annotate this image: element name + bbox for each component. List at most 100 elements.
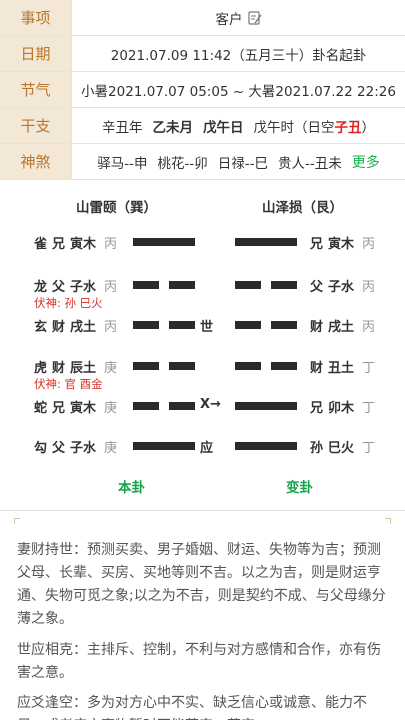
stem: 丙 (362, 237, 376, 252)
yang-line (235, 238, 297, 246)
stem: 丁 (362, 441, 376, 456)
value-date: 2021.07.09 11:42（五月三十）卦名起卦 (110, 47, 367, 64)
six-relative: 兄 (52, 237, 66, 252)
branch-element: 丑土 (328, 361, 355, 376)
stem: 庚 (104, 401, 118, 416)
yin-line (169, 362, 195, 370)
interpretation-panel: 妻财持世：预测买卖、男子婚姻、财运、失物等为吉；预测父母、长辈、买房、买地等则不… (0, 510, 405, 720)
stem: 丙 (104, 280, 118, 295)
corner-decoration (14, 518, 20, 524)
stem: 丙 (104, 237, 118, 252)
six-relative: 兄 (310, 237, 324, 252)
row-ganzhi: 干支 辛丑年 乙未月 戊午日 戊午时（日空 子丑） (0, 108, 405, 144)
yin-line (169, 281, 195, 289)
left-hexagram-name: 山雷颐（巽） (76, 200, 157, 216)
yin-line (235, 281, 261, 289)
six-relative: 财 (310, 361, 324, 376)
stem: 丁 (362, 361, 376, 376)
yang-line (235, 402, 297, 410)
value-solar-term: 小暑2021.07.07 05:05 ~ 大暑2021.07.22 22:26 (81, 83, 396, 100)
shensha-4: 贵人--丑未 (278, 155, 342, 172)
stem: 丙 (104, 320, 118, 335)
yin-line (271, 321, 297, 329)
yin-line (235, 321, 261, 329)
stem: 庚 (104, 441, 118, 456)
six-relative: 兄 (310, 401, 324, 416)
yao-line-5: 龙父子水丙父子水丙伏神: 孙 巳火 (0, 275, 405, 310)
hidden-spirit: 伏神: 官 酉金 (34, 377, 103, 391)
yin-line (133, 321, 159, 329)
value-matter[interactable]: 客户 (72, 0, 405, 35)
branch-element: 子水 (70, 280, 97, 295)
stem: 丙 (362, 320, 376, 335)
yang-line (235, 442, 297, 450)
hidden-spirit: 伏神: 孙 巳火 (34, 296, 103, 310)
info-table: 事项 客户 日期 2021.07.09 11:42（五月三十）卦名起卦 节气 小… (0, 0, 405, 180)
yao-line-4: 玄财戌土丙世财戌土丙 (0, 315, 405, 335)
stem: 庚 (104, 361, 118, 376)
branch-element: 卯木 (328, 401, 355, 416)
yin-line (133, 362, 159, 370)
six-beast: 虎 (34, 361, 48, 376)
ganzhi-day: 戊午日 (203, 119, 244, 136)
line-marker: 应 (200, 441, 214, 456)
six-relative: 财 (52, 320, 66, 335)
six-relative: 孙 (310, 441, 324, 456)
original-hexagram-label: 本卦 (118, 480, 145, 496)
six-beast: 蛇 (34, 401, 48, 416)
yin-line (235, 362, 261, 370)
corner-decoration (385, 518, 391, 524)
branch-element: 戌土 (70, 320, 97, 335)
six-relative: 财 (52, 361, 66, 376)
yao-line-1: 勾父子水庚 应 孙巳火丁 (0, 436, 405, 456)
more-link[interactable]: 更多 (352, 152, 380, 172)
label-solar-term: 节气 (0, 72, 72, 107)
ganzhi-void: 子丑 (334, 119, 362, 136)
edit-icon[interactable] (247, 10, 262, 25)
yang-line (133, 442, 195, 450)
branch-element: 辰土 (70, 361, 97, 376)
label-matter: 事项 (0, 0, 72, 35)
interpretation-2: 世应相克：主排斥、控制，不利与对方感情和合作，亦有伤害之意。 (17, 642, 381, 681)
label-ganzhi: 干支 (0, 108, 72, 143)
shensha-1: 驿马--申 (97, 155, 148, 172)
six-relative: 兄 (52, 401, 66, 416)
changed-hexagram-label: 变卦 (286, 480, 313, 496)
yin-line (169, 402, 195, 410)
row-solar-term: 节气 小暑2021.07.07 05:05 ~ 大暑2021.07.22 22:… (0, 72, 405, 108)
six-relative: 父 (52, 280, 66, 295)
six-beast: 玄 (34, 320, 48, 335)
ganzhi-year: 辛丑年 (102, 119, 143, 136)
ganzhi-close: ） (361, 119, 376, 136)
right-hexagram-name: 山泽损（艮） (262, 200, 343, 216)
six-beast: 龙 (34, 280, 48, 295)
branch-element: 寅木 (70, 237, 97, 252)
interpretation-3: 应爻逢空：多为对方心中不实、缺乏信心或诚意、能力不足，或者应之事物暂时不能落实、… (17, 695, 367, 720)
row-date: 日期 2021.07.09 11:42（五月三十）卦名起卦 (0, 36, 405, 72)
branch-element: 子水 (328, 280, 355, 295)
row-matter: 事项 客户 (0, 0, 405, 36)
yang-line (133, 238, 195, 246)
stem: 丙 (362, 280, 376, 295)
ganzhi-hour: 戊午时（日空 (253, 119, 335, 136)
shensha-2: 桃花--卯 (157, 155, 208, 172)
yin-line (271, 281, 297, 289)
line-marker: X→ (200, 397, 221, 412)
six-beast: 雀 (34, 237, 48, 252)
line-marker: 世 (200, 320, 214, 335)
branch-element: 巳火 (328, 441, 355, 456)
yin-line (169, 321, 195, 329)
six-relative: 父 (52, 441, 66, 456)
shensha-3: 日禄--巳 (217, 155, 268, 172)
matter-text: 客户 (215, 11, 243, 28)
six-relative: 财 (310, 320, 324, 335)
label-date: 日期 (0, 36, 72, 71)
yin-line (271, 362, 297, 370)
yin-line (133, 281, 159, 289)
value-ganzhi: 辛丑年 乙未月 戊午日 戊午时（日空 子丑） (72, 108, 405, 143)
branch-element: 寅木 (70, 401, 97, 416)
yin-line (133, 402, 159, 410)
hexagram-panel: 山雷颐（巽） 山泽损（艮） 雀兄寅木丙兄寅木丙龙父子水丙父子水丙伏神: 孙 巳火… (0, 172, 405, 510)
yao-line-2: 蛇兄寅木庚 X→ 兄卯木丁 (0, 396, 405, 416)
branch-element: 寅木 (328, 237, 355, 252)
